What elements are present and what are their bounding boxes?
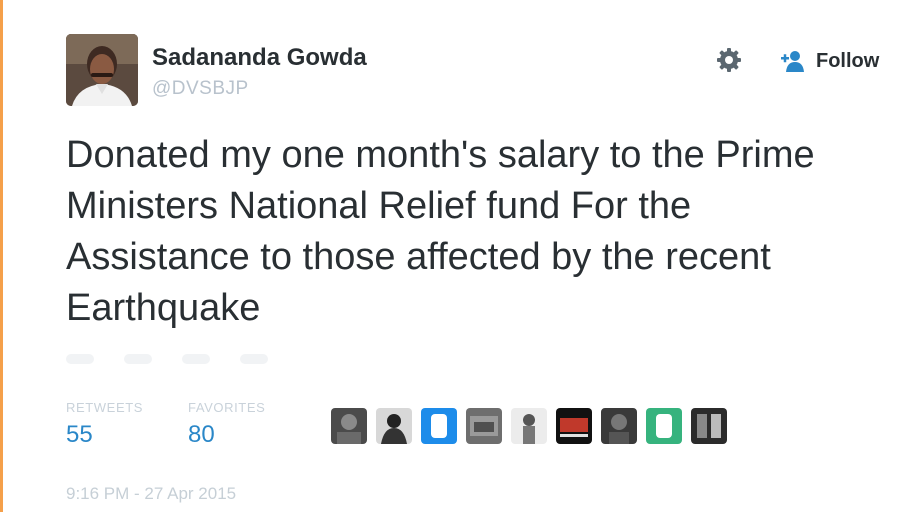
retweets-stat[interactable]: RETWEETS 55 bbox=[66, 400, 143, 449]
author-name[interactable]: Sadananda Gowda bbox=[152, 44, 367, 72]
liker-avatar[interactable] bbox=[421, 408, 457, 444]
liker-avatar[interactable] bbox=[331, 408, 367, 444]
follow-button[interactable]: Follow bbox=[780, 44, 879, 78]
avatar-image bbox=[66, 34, 138, 106]
retweets-label: RETWEETS bbox=[66, 400, 144, 415]
avatar[interactable] bbox=[66, 34, 138, 106]
follow-label: Follow bbox=[816, 49, 880, 72]
author-handle[interactable]: @DVSBJP bbox=[152, 78, 249, 100]
more-icon[interactable] bbox=[240, 354, 268, 364]
liker-avatar[interactable] bbox=[511, 408, 547, 444]
left-accent-bar bbox=[0, 0, 3, 512]
liker-avatar[interactable] bbox=[601, 408, 637, 444]
liker-avatar[interactable] bbox=[691, 408, 727, 444]
retweets-count: 55 bbox=[66, 421, 93, 448]
retweet-icon[interactable] bbox=[124, 354, 152, 364]
liker-avatar[interactable] bbox=[466, 408, 502, 444]
liker-avatar[interactable] bbox=[556, 408, 592, 444]
favorited-by-avatars bbox=[331, 408, 727, 444]
favorite-icon[interactable] bbox=[182, 354, 210, 364]
tweet-text: Donated my one month's salary to the Pri… bbox=[66, 134, 815, 329]
liker-avatar[interactable] bbox=[376, 408, 412, 444]
tweet-timestamp[interactable]: 9:16 PM - 27 Apr 2015 bbox=[66, 484, 236, 504]
favorites-label: FAVORITES bbox=[188, 400, 266, 415]
tweet-actions bbox=[66, 347, 268, 371]
follow-person-icon bbox=[781, 51, 804, 72]
liker-avatar[interactable] bbox=[646, 408, 682, 444]
reply-icon[interactable] bbox=[66, 354, 94, 364]
favorites-count: 80 bbox=[188, 421, 215, 448]
favorites-stat[interactable]: FAVORITES 80 bbox=[188, 400, 265, 449]
gear-icon[interactable] bbox=[714, 45, 744, 75]
